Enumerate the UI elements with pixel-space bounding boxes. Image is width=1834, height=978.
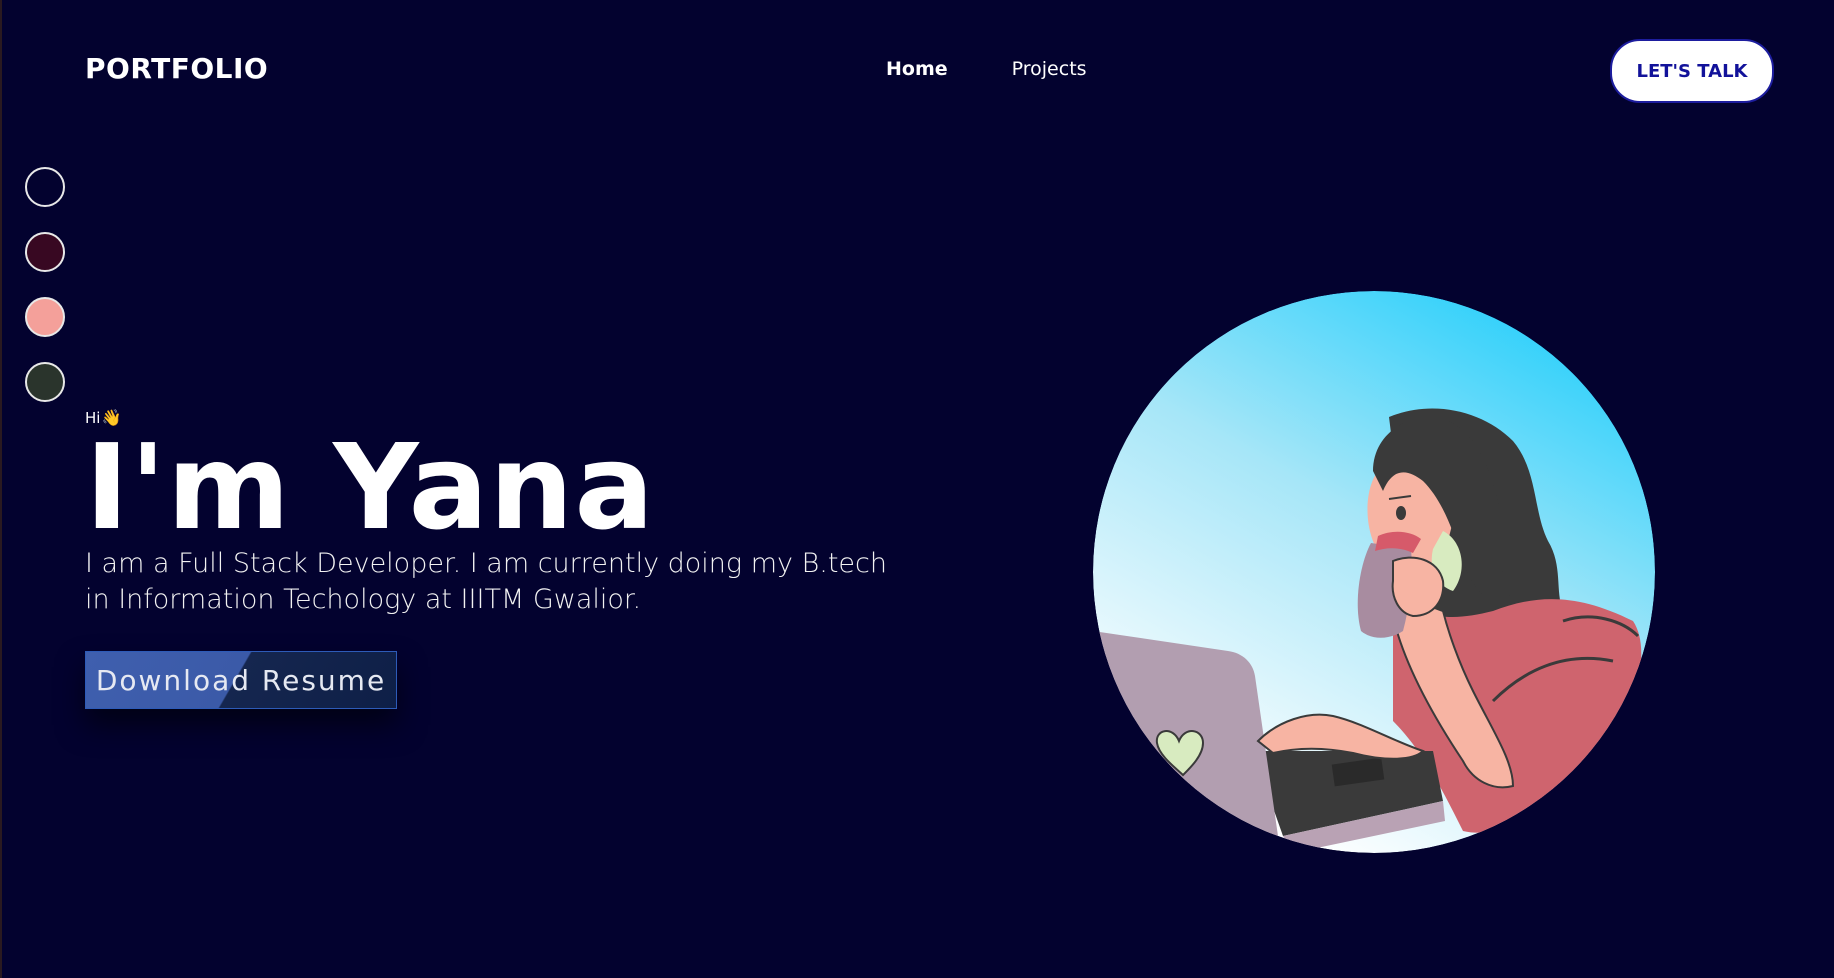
- theme-swatch-navy[interactable]: [25, 167, 65, 207]
- hero-bio: I am a Full Stack Developer. I am curren…: [85, 548, 887, 615]
- avatar-illustration: [1093, 291, 1655, 853]
- theme-swatch-pink[interactable]: [25, 297, 65, 337]
- download-resume-button[interactable]: Download Resume: [85, 651, 397, 709]
- theme-swatch-maroon[interactable]: [25, 232, 65, 272]
- nav-home-link[interactable]: Home: [886, 58, 948, 80]
- nav-projects-link[interactable]: Projects: [1012, 58, 1087, 80]
- hero-headline: I'm Yana: [85, 418, 655, 556]
- page: PORTFOLIO Home Projects LET'S TALK Hi 👋 I…: [0, 0, 1834, 978]
- brand-logo[interactable]: PORTFOLIO: [85, 52, 268, 85]
- hero-section: Hi 👋 I'm Yana I am a Full Stack Developer…: [85, 408, 905, 618]
- main-nav: Home Projects: [886, 58, 1087, 80]
- theme-swatches: [25, 167, 65, 402]
- lets-talk-button[interactable]: LET'S TALK: [1610, 39, 1774, 103]
- theme-swatch-dark-green[interactable]: [25, 362, 65, 402]
- developer-illustration: [1093, 291, 1655, 853]
